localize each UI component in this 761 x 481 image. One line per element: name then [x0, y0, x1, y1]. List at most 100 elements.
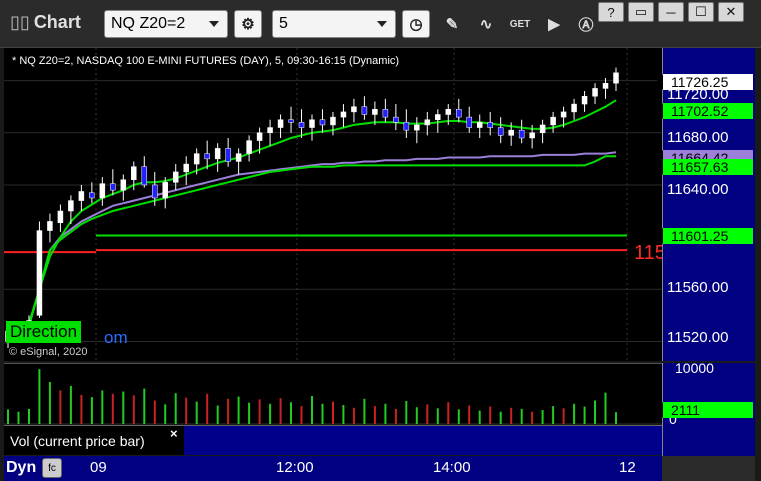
- help-button[interactable]: ?: [598, 2, 624, 22]
- candle-body: [120, 179, 127, 191]
- chevron-down-icon: [377, 21, 387, 27]
- candle-body: [445, 109, 452, 115]
- candle-body: [393, 116, 399, 123]
- candle-body: [382, 109, 389, 118]
- volume-bar: [48, 382, 51, 424]
- volume-bar: [457, 409, 460, 424]
- candle-body: [267, 127, 273, 134]
- minimize-button[interactable]: ─: [658, 2, 684, 22]
- price-tick: 11560.00: [667, 279, 729, 296]
- volume-bar: [248, 402, 251, 424]
- close-icon[interactable]: ×: [170, 426, 178, 441]
- volume-bar: [153, 400, 156, 424]
- volume-bar: [531, 411, 534, 424]
- ma-purple-line: [7, 151, 617, 332]
- candle-body: [162, 182, 168, 199]
- settings-gear-button[interactable]: ⚙: [234, 10, 262, 38]
- candle-body: [256, 132, 263, 141]
- candle-body: [110, 183, 116, 191]
- time-label: 12: [619, 459, 636, 476]
- copyright-text: © eSignal, 2020: [9, 346, 88, 358]
- direction-url[interactable]: om: [104, 328, 128, 348]
- candle-body: [131, 166, 137, 180]
- ma-fast-price-tag: 11702.52: [656, 103, 753, 119]
- volume-bar: [394, 408, 397, 424]
- candle-body: [403, 122, 410, 131]
- candle-body: [36, 230, 43, 316]
- time-axis[interactable]: 09 12:00 14:00 12: [4, 456, 662, 481]
- candle-body: [235, 153, 242, 162]
- candle-body: [330, 116, 336, 126]
- volume-bar: [342, 405, 345, 424]
- volume-bar: [352, 407, 355, 424]
- candle-body: [225, 148, 231, 162]
- volume-bar: [227, 398, 230, 424]
- volume-chart-svg[interactable]: [4, 364, 664, 424]
- level-price-tag: 11601.25: [656, 228, 753, 244]
- volume-bar: [164, 404, 167, 424]
- chevron-down-icon: [209, 21, 219, 27]
- candle-body: [456, 109, 462, 118]
- time-label: 14:00: [433, 459, 471, 476]
- volume-tag: 2111: [656, 402, 753, 418]
- volume-bar: [541, 410, 544, 424]
- restore-button[interactable]: ▭: [628, 2, 654, 22]
- play-icon[interactable]: ▶: [540, 10, 568, 38]
- volume-bar: [520, 408, 523, 424]
- dynamic-mode-label[interactable]: Dyn: [4, 456, 38, 481]
- interval-combobox[interactable]: 5: [272, 10, 396, 38]
- candle-body: [518, 129, 525, 139]
- candle-body: [560, 111, 567, 118]
- candle-body: [571, 103, 577, 113]
- drag-handle-icon[interactable]: ▯▯: [10, 12, 30, 32]
- window-title-text: Chart: [33, 12, 81, 32]
- volume-bar: [363, 398, 366, 424]
- pencil-icon[interactable]: ✎: [438, 10, 466, 38]
- volume-bar: [594, 400, 596, 424]
- volume-bar: [90, 397, 93, 424]
- volume-bar: [38, 369, 41, 424]
- window-title: ▯▯ Chart: [10, 12, 81, 33]
- volume-bar: [258, 399, 261, 424]
- chart-toolbar: ▯▯ Chart NQ Z20=2 ⚙ 5 ◷ ✎ ∿ GET ▶ Ⓐ ? ▭ ─…: [0, 0, 761, 48]
- candle-body: [476, 122, 483, 128]
- symbol-combobox[interactable]: NQ Z20=2: [104, 10, 228, 38]
- candle-body: [172, 171, 179, 183]
- candle-body: [592, 88, 598, 97]
- price-chart-panel[interactable]: * NQ Z20=2, NASDAQ 100 E-MINI FUTURES (D…: [4, 48, 666, 361]
- volume-study-label[interactable]: Vol (current price bar): [4, 425, 184, 455]
- price-axis[interactable]: 11720.00 11680.00 11640.00 11560.00 1152…: [656, 48, 755, 361]
- candle-body: [435, 114, 441, 120]
- volume-bar: [415, 407, 418, 424]
- fc-button[interactable]: fc: [42, 458, 62, 478]
- volume-panel[interactable]: [4, 363, 664, 424]
- candle-body: [508, 129, 514, 136]
- time-clock-button[interactable]: ◷: [402, 10, 430, 38]
- volume-bar: [321, 403, 324, 424]
- volume-bar: [447, 402, 450, 424]
- volume-bar: [499, 411, 502, 424]
- volume-bar: [615, 412, 617, 424]
- candle-body: [581, 96, 588, 105]
- volume-bar: [426, 404, 429, 424]
- volume-bar: [332, 401, 334, 424]
- price-chart-svg[interactable]: [4, 48, 664, 361]
- volume-bar: [436, 408, 439, 424]
- alert-icon[interactable]: Ⓐ: [572, 10, 600, 38]
- candle-body: [57, 210, 64, 224]
- last-price-tag: 11726.25: [656, 74, 753, 90]
- candle-body: [47, 221, 53, 231]
- candle-body: [277, 119, 284, 128]
- price-tick: 11520.00: [667, 329, 729, 346]
- studies-icon[interactable]: ∿: [472, 10, 500, 38]
- volume-bar: [122, 391, 125, 424]
- candle-body: [550, 116, 556, 126]
- get-icon[interactable]: GET: [506, 10, 534, 38]
- close-button[interactable]: ✕: [718, 2, 744, 22]
- volume-bar: [384, 403, 387, 424]
- candle-body: [309, 119, 315, 128]
- candle-body: [539, 124, 546, 134]
- maximize-button[interactable]: ☐: [688, 2, 714, 22]
- volume-label-bar: [184, 425, 662, 455]
- candle-body: [602, 82, 609, 89]
